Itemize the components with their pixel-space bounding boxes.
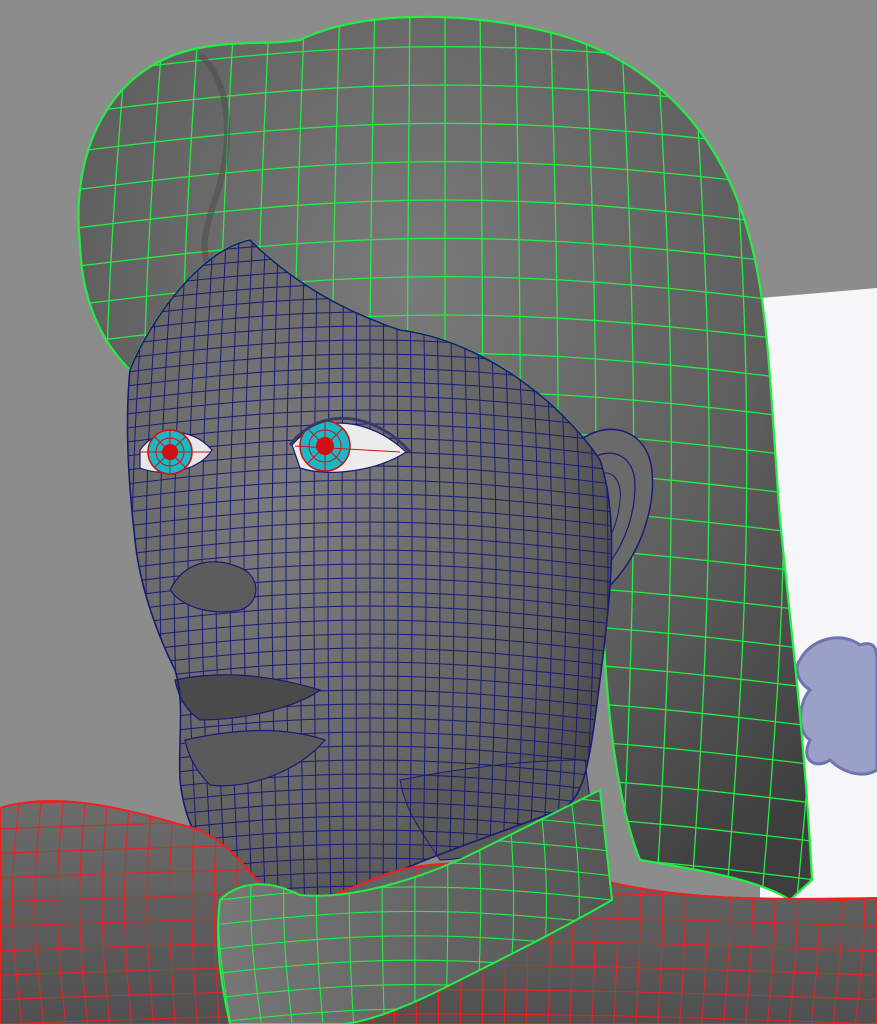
cloud-sketch — [795, 636, 877, 776]
3d-viewport[interactable] — [0, 0, 877, 1024]
viewport-render — [0, 0, 877, 1024]
